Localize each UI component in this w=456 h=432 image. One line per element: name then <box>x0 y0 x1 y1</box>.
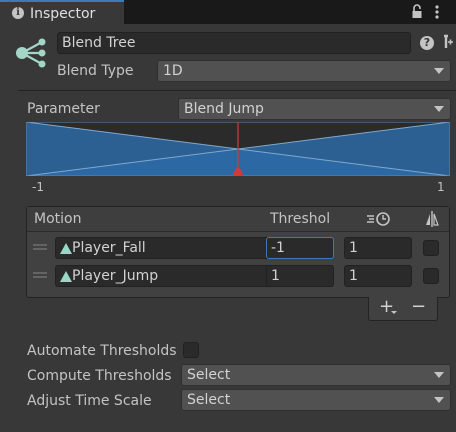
lock-icon[interactable] <box>410 4 424 20</box>
motion-clip-field[interactable]: Player_Jump <box>55 265 285 287</box>
mirror-icon <box>426 211 439 227</box>
blend-tree-name-field[interactable]: Blend Tree <box>57 32 411 54</box>
motion-clip-name: Player_Fall <box>72 240 146 256</box>
parameter-value: Blend Jump <box>184 101 264 117</box>
drag-handle-icon[interactable] <box>33 271 47 279</box>
blend-type-dropdown[interactable]: 1D <box>157 60 451 82</box>
threshold-field[interactable]: -1 <box>266 237 334 259</box>
section-divider <box>18 90 456 91</box>
time-scale-field[interactable]: 1 <box>344 237 412 259</box>
animation-clip-icon <box>60 271 72 282</box>
compute-thresholds-dropdown[interactable]: Select <box>181 364 451 386</box>
time-scale-field[interactable]: 1 <box>344 265 412 287</box>
compute-thresholds-value: Select <box>187 367 231 383</box>
blend-type-value: 1D <box>163 63 183 79</box>
automate-thresholds-checkbox[interactable] <box>183 342 199 358</box>
chevron-down-icon <box>391 311 397 314</box>
settings-icon[interactable] <box>438 33 454 51</box>
compute-thresholds-label: Compute Thresholds <box>27 368 172 384</box>
time-scale-icon <box>367 212 390 226</box>
adjust-time-scale-dropdown[interactable]: Select <box>181 389 451 411</box>
motion-clip-field[interactable]: Player_Fall <box>55 237 285 259</box>
parameter-label: Parameter <box>27 101 100 117</box>
help-icon[interactable]: ? <box>420 36 434 50</box>
graph-max-label: 1 <box>437 180 445 194</box>
adjust-time-scale-label: Adjust Time Scale <box>27 393 152 409</box>
blend-graph[interactable] <box>26 122 450 176</box>
threshold-field[interactable]: 1 <box>266 265 334 287</box>
motion-clip-name: Player_Jump <box>72 268 159 284</box>
parameter-dropdown[interactable]: Blend Jump <box>178 98 451 120</box>
mirror-toggle[interactable] <box>423 268 439 284</box>
remove-motion-button[interactable]: − <box>411 296 426 317</box>
graph-min-label: -1 <box>32 180 44 194</box>
blend-type-label: Blend Type <box>57 63 134 79</box>
table-row: Player_Fall -1 1 <box>27 234 449 262</box>
chevron-down-icon <box>434 106 444 112</box>
motion-column-header: Motion <box>34 211 82 227</box>
tab-title: Inspector <box>30 6 96 22</box>
kebab-menu-icon[interactable] <box>434 4 440 20</box>
blend-tree-icon <box>16 38 46 68</box>
mirror-toggle[interactable] <box>423 240 439 256</box>
info-icon: i <box>12 7 24 19</box>
chevron-down-icon <box>434 397 444 403</box>
automate-thresholds-label: Automate Thresholds <box>27 343 177 359</box>
animation-clip-icon <box>60 243 72 254</box>
chevron-down-icon <box>434 372 444 378</box>
threshold-column-header: Threshol <box>270 211 331 227</box>
table-row: Player_Jump 1 1 <box>27 262 449 290</box>
chevron-down-icon <box>434 68 444 74</box>
adjust-time-scale-value: Select <box>187 392 231 408</box>
drag-handle-icon[interactable] <box>33 243 47 251</box>
inspector-tab[interactable]: i Inspector <box>0 0 124 25</box>
